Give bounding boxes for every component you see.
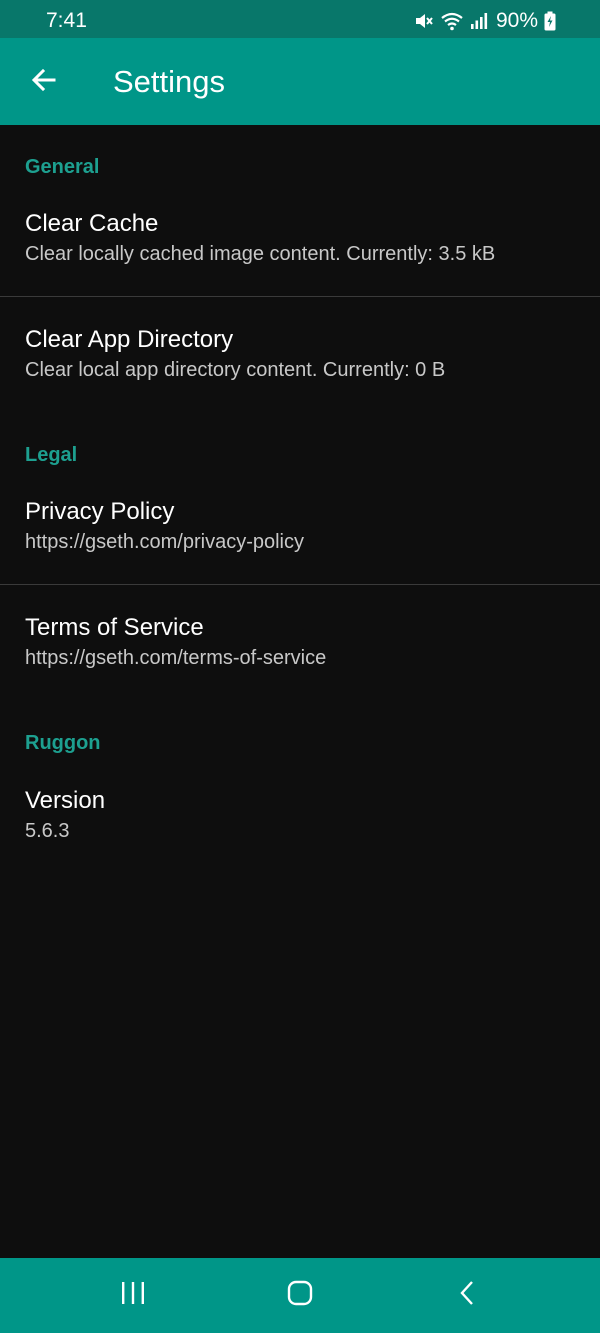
- pref-clear-cache[interactable]: Clear Cache Clear locally cached image c…: [0, 209, 600, 273]
- pref-terms-of-service[interactable]: Terms of Service https://gseth.com/terms…: [0, 613, 600, 677]
- back-button[interactable]: [18, 56, 70, 108]
- pref-title: Clear App Directory: [25, 326, 234, 353]
- back-icon: [456, 1279, 480, 1312]
- pref-title: Terms of Service: [25, 614, 204, 641]
- pref-privacy-policy[interactable]: Privacy Policy https://gseth.com/privacy…: [0, 497, 600, 561]
- home-icon: [286, 1279, 314, 1312]
- app-bar: Settings: [0, 38, 600, 125]
- pref-title: Clear Cache: [25, 210, 159, 237]
- page-title: Settings: [113, 64, 226, 99]
- pref-title: Privacy Policy: [25, 498, 175, 525]
- navigation-bar: [0, 1258, 600, 1333]
- section-header-ruggon: Ruggon: [25, 732, 101, 754]
- recents-icon: [119, 1280, 147, 1311]
- status-bar: 7:41 90%: [0, 0, 600, 38]
- battery-percent: 90%: [495, 9, 538, 32]
- battery-charging-icon: [544, 11, 556, 31]
- divider: [0, 584, 600, 585]
- pref-title: Version: [25, 787, 106, 814]
- arrow-left-icon: [30, 66, 58, 99]
- pref-summary: https://gseth.com/privacy-policy: [25, 531, 304, 553]
- nav-back-button[interactable]: [446, 1275, 490, 1315]
- pref-summary: https://gseth.com/terms-of-service: [25, 647, 327, 669]
- section-header-general: General: [25, 156, 100, 178]
- home-button[interactable]: [278, 1275, 322, 1315]
- pref-summary: Clear locally cached image content. Curr…: [25, 243, 496, 265]
- pref-summary: Clear local app directory content. Curre…: [25, 359, 446, 381]
- divider: [0, 296, 600, 297]
- status-time: 7:41: [46, 9, 87, 32]
- mute-icon: [414, 11, 434, 31]
- recents-button[interactable]: [111, 1275, 155, 1315]
- pref-summary: 5.6.3: [25, 820, 70, 842]
- section-header-legal: Legal: [25, 444, 78, 466]
- pref-clear-app-directory[interactable]: Clear App Directory Clear local app dire…: [0, 325, 600, 389]
- signal-icon: [470, 11, 488, 31]
- wifi-icon: [440, 11, 464, 31]
- pref-version[interactable]: Version 5.6.3: [0, 786, 600, 850]
- status-icons: 90%: [414, 8, 556, 34]
